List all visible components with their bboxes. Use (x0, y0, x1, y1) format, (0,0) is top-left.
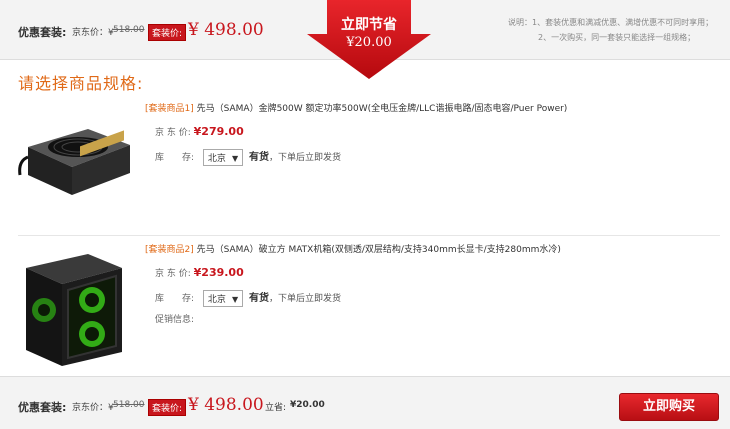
choose-spec-title: 请选择商品规格: (18, 74, 144, 93)
region-select[interactable]: 北京 ▼ (202, 290, 244, 307)
divider (18, 235, 720, 236)
product-title: 先马（SAMA）破立方 MATX机箱(双侧透/双层结构/支持340mm长显卡/支… (196, 245, 561, 255)
save-value: ¥20.00 (290, 400, 325, 410)
note-line-1: 说明：1、套装优惠和满减优惠、满增优惠不可同时享用； (508, 18, 714, 27)
bundle-price-tag: 套装价: (148, 24, 187, 41)
bottom-bundle-bar: 优惠套装: 京东价：¥ 518.00 套装价: ¥ 498.00 立省: ¥20… (0, 376, 730, 429)
promo-row: 促销信息: (155, 312, 194, 325)
region-value: 北京 (207, 295, 226, 305)
power-supply-image[interactable] (18, 117, 136, 200)
jd-price-label: 京东价：¥ (72, 28, 114, 38)
product-name[interactable]: [套装商品1] 先马（SAMA）金牌500W 额定功率500W(全电压金牌/LL… (145, 101, 567, 114)
jd-price-value: 518.00 (113, 25, 145, 35)
chevron-down-icon: ▼ (231, 154, 239, 163)
stock-status: 有货 (248, 293, 269, 304)
save-badge: 立即节省 ¥20.00 (305, 0, 433, 80)
stock-label: 库 存: (155, 294, 195, 304)
stock-row: 库 存: 北京 ▼ 有货，下单后立即发货 (155, 289, 341, 307)
price-row: 京 东 价: ¥279.00 (155, 125, 244, 138)
save-label: 立省: (265, 403, 287, 413)
ship-note: ，下单后立即发货 (268, 153, 341, 163)
save-badge-amount: ¥20.00 (346, 35, 392, 50)
bundle-price: ¥ 498.00 (188, 20, 264, 40)
region-value: 北京 (207, 154, 226, 164)
product-tag: [套装商品2] (145, 245, 194, 255)
product-tag: [套装商品1] (145, 104, 194, 114)
product-price: ¥239.00 (193, 266, 244, 279)
bundle-note: 说明：1、套装优惠和满减优惠、满增优惠不可同时享用； 2、一次购买，同一套装只能… (508, 15, 718, 45)
product-price: ¥279.00 (193, 125, 244, 138)
stock-label: 库 存: (155, 153, 195, 163)
price-label: 京 东 价: (155, 128, 191, 138)
price-label: 京 东 价: (155, 269, 191, 279)
promo-label: 促销信息: (155, 315, 195, 325)
note-line-2: 2、一次购买，同一套装只能选择一组规格； (538, 33, 696, 42)
price-row: 京 东 价: ¥239.00 (155, 266, 244, 279)
stock-row: 库 存: 北京 ▼ 有货，下单后立即发货 (155, 148, 341, 166)
region-select[interactable]: 北京 ▼ (202, 149, 244, 166)
save-badge-title: 立即节省 (341, 17, 397, 33)
case-image[interactable] (18, 248, 128, 373)
ship-note: ，下单后立即发货 (268, 294, 341, 304)
buy-now-button[interactable]: 立即购买 (619, 393, 719, 421)
jd-price-value: 518.00 (113, 400, 145, 410)
jd-price-label: 京东价：¥ (72, 403, 114, 413)
product-name[interactable]: [套装商品2] 先马（SAMA）破立方 MATX机箱(双侧透/双层结构/支持34… (145, 242, 561, 255)
bundle-price: ¥ 498.00 (188, 395, 264, 415)
chevron-down-icon: ▼ (231, 295, 239, 304)
bundle-title: 优惠套装: (18, 26, 67, 39)
bundle-title: 优惠套装: (18, 401, 67, 414)
bundle-price-tag: 套装价: (148, 399, 187, 416)
product-title: 先马（SAMA）金牌500W 额定功率500W(全电压金牌/LLC谐振电路/固态… (196, 104, 568, 114)
stock-status: 有货 (248, 152, 269, 163)
